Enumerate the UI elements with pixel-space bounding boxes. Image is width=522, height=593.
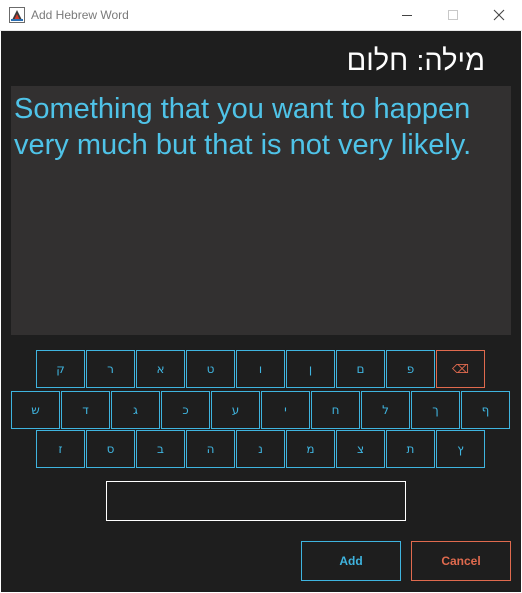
maximize-icon <box>448 10 458 20</box>
key-י[interactable]: י <box>261 391 310 429</box>
title-bar[interactable]: Add Hebrew Word <box>0 0 522 31</box>
key-ם[interactable]: ם <box>336 350 385 388</box>
key-כ[interactable]: כ <box>161 391 210 429</box>
key-פ[interactable]: פ <box>386 350 435 388</box>
add-button[interactable]: Add <box>301 541 401 581</box>
minimize-button[interactable] <box>384 0 430 30</box>
key-ל[interactable]: ל <box>361 391 410 429</box>
key-ן[interactable]: ן <box>286 350 335 388</box>
close-icon <box>493 9 505 21</box>
key-ש[interactable]: ש <box>11 391 60 429</box>
minimize-icon <box>402 15 412 16</box>
word-label: מילה: חלום <box>346 45 485 77</box>
key-א[interactable]: א <box>136 350 185 388</box>
key-ק[interactable]: ק <box>36 350 85 388</box>
key-צ[interactable]: צ <box>336 430 385 468</box>
key-ו[interactable]: ו <box>236 350 285 388</box>
key-ב[interactable]: ב <box>136 430 185 468</box>
key-ט[interactable]: ט <box>186 350 235 388</box>
key-מ[interactable]: מ <box>286 430 335 468</box>
key-ד[interactable]: ד <box>61 391 110 429</box>
key-נ[interactable]: נ <box>236 430 285 468</box>
key-ז[interactable]: ז <box>36 430 85 468</box>
key-ץ[interactable]: ץ <box>436 430 485 468</box>
key-ף[interactable]: ף <box>461 391 510 429</box>
word-input[interactable] <box>106 481 406 521</box>
maximize-button[interactable] <box>430 0 476 30</box>
key-ג[interactable]: ג <box>111 391 160 429</box>
window-title: Add Hebrew Word <box>31 8 129 22</box>
key-ה[interactable]: ה <box>186 430 235 468</box>
definition-text: Something that you want to happen very m… <box>11 86 511 335</box>
close-button[interactable] <box>476 0 522 30</box>
key-ס[interactable]: ס <box>86 430 135 468</box>
key-ר[interactable]: ר <box>86 350 135 388</box>
app-icon <box>9 7 25 23</box>
backspace-key[interactable]: ⌫ <box>436 350 485 388</box>
key-ת[interactable]: ת <box>386 430 435 468</box>
dialog-content: מילה: חלום Something that you want to ha… <box>1 31 521 592</box>
cancel-button[interactable]: Cancel <box>411 541 511 581</box>
key-ח[interactable]: ח <box>311 391 360 429</box>
key-ע[interactable]: ע <box>211 391 260 429</box>
key-ך[interactable]: ך <box>411 391 460 429</box>
